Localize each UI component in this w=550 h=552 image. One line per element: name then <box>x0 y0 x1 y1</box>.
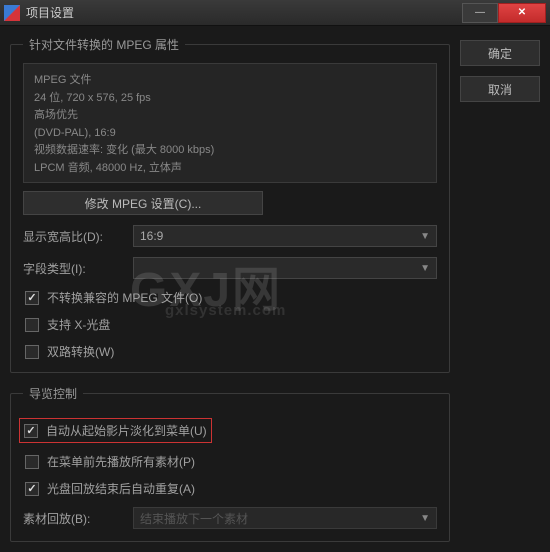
info-line: LPCM 音频, 48000 Hz, 立体声 <box>34 160 426 178</box>
ok-label: 确定 <box>488 45 512 62</box>
highlighted-option: 自动从起始影片淡化到菜单(U) <box>19 418 212 443</box>
titlebar: 项目设置 — ✕ <box>0 0 550 26</box>
xdisc-label: 支持 X-光盘 <box>47 316 110 333</box>
aspect-ratio-value: 16:9 <box>140 229 163 243</box>
mpeg-legend: 针对文件转换的 MPEG 属性 <box>23 36 185 53</box>
no-convert-label: 不转换兼容的 MPEG 文件(O) <box>47 289 202 306</box>
navigation-control-group: 导览控制 自动从起始影片淡化到菜单(U) 在菜单前先播放所有素材(P) 光盘回放… <box>10 385 450 542</box>
aspect-ratio-select[interactable]: 16:9 ▼ <box>133 225 437 247</box>
play-first-label: 在菜单前先播放所有素材(P) <box>47 453 195 470</box>
aspect-ratio-label: 显示宽高比(D): <box>23 228 123 245</box>
modify-mpeg-label: 修改 MPEG 设置(C)... <box>85 195 202 212</box>
playback-value: 结束播放下一个素材 <box>140 510 248 527</box>
field-type-label: 字段类型(I): <box>23 260 123 277</box>
playback-label: 素材回放(B): <box>23 510 123 527</box>
chevron-down-icon: ▼ <box>420 513 430 524</box>
xdisc-checkbox[interactable] <box>25 318 39 332</box>
auto-repeat-checkbox[interactable] <box>25 482 39 496</box>
mpeg-properties-group: 针对文件转换的 MPEG 属性 MPEG 文件 24 位, 720 x 576,… <box>10 36 450 373</box>
cancel-button[interactable]: 取消 <box>460 76 540 102</box>
dualpass-checkbox[interactable] <box>25 345 39 359</box>
window-controls: — ✕ <box>462 3 546 23</box>
fade-checkbox[interactable] <box>24 424 38 438</box>
window-title: 项目设置 <box>26 4 462 21</box>
info-line: 高场优先 <box>34 107 426 125</box>
modify-mpeg-button[interactable]: 修改 MPEG 设置(C)... <box>23 191 263 215</box>
auto-repeat-label: 光盘回放结束后自动重复(A) <box>47 480 195 497</box>
info-line: 24 位, 720 x 576, 25 fps <box>34 90 426 108</box>
no-convert-checkbox[interactable] <box>25 291 39 305</box>
minimize-button[interactable]: — <box>462 3 498 23</box>
nav-legend: 导览控制 <box>23 385 83 402</box>
app-icon <box>4 5 20 21</box>
close-button[interactable]: ✕ <box>498 3 546 23</box>
playback-select[interactable]: 结束播放下一个素材 ▼ <box>133 507 437 529</box>
fade-label: 自动从起始影片淡化到菜单(U) <box>46 422 207 439</box>
info-line: 视频数据速率: 变化 (最大 8000 kbps) <box>34 142 426 160</box>
field-type-select[interactable]: ▼ <box>133 257 437 279</box>
info-line: MPEG 文件 <box>34 72 426 90</box>
info-line: (DVD-PAL), 16:9 <box>34 125 426 143</box>
mpeg-info-box: MPEG 文件 24 位, 720 x 576, 25 fps 高场优先 (DV… <box>23 63 437 183</box>
play-first-checkbox[interactable] <box>25 455 39 469</box>
cancel-label: 取消 <box>488 81 512 98</box>
chevron-down-icon: ▼ <box>420 263 430 274</box>
dualpass-label: 双路转换(W) <box>47 343 114 360</box>
ok-button[interactable]: 确定 <box>460 40 540 66</box>
chevron-down-icon: ▼ <box>420 231 430 242</box>
